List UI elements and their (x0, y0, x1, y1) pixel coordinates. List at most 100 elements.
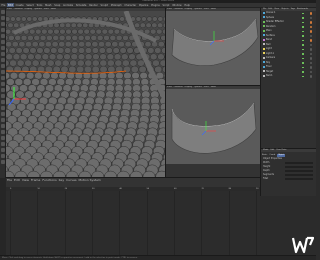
tool-button-icon[interactable] (1, 58, 5, 62)
visibility-check-icon[interactable] (302, 75, 304, 78)
tool-button-icon[interactable] (1, 100, 5, 104)
object-label: Sphere (266, 15, 275, 19)
tool-button-icon[interactable] (1, 76, 5, 80)
om-menu-view[interactable]: View (273, 8, 280, 10)
object-tag-icon[interactable] (309, 48, 312, 51)
tool-button-icon[interactable] (1, 136, 5, 140)
object-tag-icon[interactable] (309, 12, 312, 15)
tool-button-icon[interactable] (1, 34, 5, 38)
object-tag-icon[interactable] (309, 25, 312, 28)
attribute-field[interactable] (285, 177, 313, 181)
object-tag-icon[interactable] (309, 70, 312, 73)
tool-button-icon[interactable] (1, 106, 5, 110)
viewport-menu-display[interactable]: Display (24, 8, 33, 10)
visibility-check-icon[interactable] (302, 48, 304, 51)
object-tag-icon[interactable] (309, 43, 312, 46)
tool-button-icon[interactable] (1, 88, 5, 92)
tool-button-icon[interactable] (1, 40, 5, 44)
timeline-menu-file[interactable]: File (6, 178, 13, 182)
tool-button-icon[interactable] (1, 112, 5, 116)
viewport-menu-filter[interactable]: Filter (43, 8, 50, 10)
object-tag-icon[interactable] (309, 61, 312, 64)
object-tag-icon[interactable] (309, 66, 312, 69)
tool-button-icon[interactable] (1, 94, 5, 98)
timeline-menu-frame[interactable]: Frame (30, 178, 41, 182)
visibility-check-icon[interactable] (302, 30, 304, 33)
tool-button-icon[interactable] (1, 124, 5, 128)
viewport-menu-view[interactable]: View (166, 8, 173, 10)
visibility-check-icon[interactable] (302, 66, 304, 69)
viewport-menu-view[interactable]: View (166, 86, 173, 88)
tool-button-icon[interactable] (1, 28, 5, 32)
attribute-field[interactable] (285, 173, 313, 177)
object-tag-icon[interactable] (309, 75, 312, 78)
visibility-check-icon[interactable] (302, 53, 304, 55)
scale-mark (31, 16, 38, 22)
tool-button-icon[interactable] (1, 82, 5, 86)
viewport-menu-options[interactable]: Options (193, 8, 203, 10)
top-right-viewport[interactable]: View Cameras Display Options Filter Panel (166, 8, 260, 86)
visibility-check-icon[interactable] (302, 71, 304, 73)
tool-button-icon[interactable] (1, 118, 5, 122)
visibility-check-icon[interactable] (302, 35, 304, 37)
attribute-field[interactable] (285, 161, 313, 165)
tool-button-icon[interactable] (1, 46, 5, 50)
object-tag-icon[interactable] (309, 21, 312, 24)
bottom-right-viewport[interactable]: View Cameras Display Options Filter Panel (166, 86, 260, 164)
viewport-menu-display[interactable]: Display (184, 8, 193, 10)
tool-button-icon[interactable] (1, 22, 5, 26)
visibility-check-icon[interactable] (302, 62, 304, 64)
tool-button-icon[interactable] (1, 64, 5, 68)
viewport-menu-filter[interactable]: Filter (203, 8, 210, 10)
object-tag-icon[interactable] (309, 16, 312, 19)
viewport-menu-panel[interactable]: Panel (210, 86, 217, 88)
timeline-menu-edit[interactable]: Edit (13, 178, 21, 182)
viewport-menu-options[interactable]: Options (193, 86, 203, 88)
viewport-menu-cameras[interactable]: Cameras (13, 8, 24, 10)
viewport-menu-panel[interactable]: Panel (50, 8, 57, 10)
viewport-menu-filter[interactable]: Filter (203, 86, 210, 88)
timeline-menu-functions[interactable]: Functions (41, 178, 57, 182)
visibility-check-icon[interactable] (302, 21, 304, 24)
tool-button-icon[interactable] (1, 154, 5, 158)
scales-render[interactable] (6, 11, 166, 177)
visibility-check-icon[interactable] (302, 39, 304, 42)
tool-button-icon[interactable] (1, 52, 5, 56)
tool-button-icon[interactable] (1, 10, 5, 14)
tool-button-icon[interactable] (1, 70, 5, 74)
visibility-check-icon[interactable] (302, 17, 304, 19)
viewport-menu-view[interactable]: View (6, 8, 13, 10)
tool-button-icon[interactable] (1, 142, 5, 146)
timeline-graph[interactable] (6, 191, 260, 255)
object-tag-icon[interactable] (309, 57, 312, 60)
visibility-check-icon[interactable] (302, 44, 304, 46)
object-tag-icon[interactable] (309, 39, 312, 42)
viewport-menu-cameras[interactable]: Cameras (173, 8, 184, 10)
visibility-check-icon[interactable] (302, 26, 304, 28)
viewport-menu-options[interactable]: Options (33, 8, 43, 10)
tool-button-icon[interactable] (1, 148, 5, 152)
timeline-menu-motion system[interactable]: Motion System (78, 178, 102, 182)
om-menu-objects[interactable]: Objects (280, 8, 290, 10)
viewport-menu-display[interactable]: Display (184, 86, 193, 88)
main-viewport[interactable]: View Cameras Display Options Filter Panel (6, 8, 166, 177)
visibility-check-icon[interactable] (302, 57, 304, 60)
scale-mark (27, 34, 34, 41)
viewport-menu-cameras[interactable]: Cameras (173, 86, 184, 88)
timeline-menu-key[interactable]: Key (58, 178, 65, 182)
attr-menu-user data[interactable]: User Data (275, 149, 287, 151)
tool-button-icon[interactable] (1, 16, 5, 20)
viewport-menu-panel[interactable]: Panel (210, 8, 217, 10)
timeline-menu-curves[interactable]: Curves (65, 178, 77, 182)
attribute-field[interactable] (285, 165, 313, 169)
object-tag-icon[interactable] (309, 34, 312, 37)
visibility-check-icon[interactable] (302, 12, 304, 15)
object-list-item[interactable]: Null.1 (261, 74, 316, 79)
attribute-field[interactable] (285, 169, 313, 173)
tool-button-icon[interactable] (1, 160, 5, 164)
object-tag-icon[interactable] (309, 30, 312, 33)
object-tag-icon[interactable] (309, 52, 312, 55)
tool-button-icon[interactable] (1, 130, 5, 134)
timeline-menu-view[interactable]: View (21, 178, 30, 182)
om-menu-bookmarks[interactable]: Bookmarks (296, 8, 309, 10)
